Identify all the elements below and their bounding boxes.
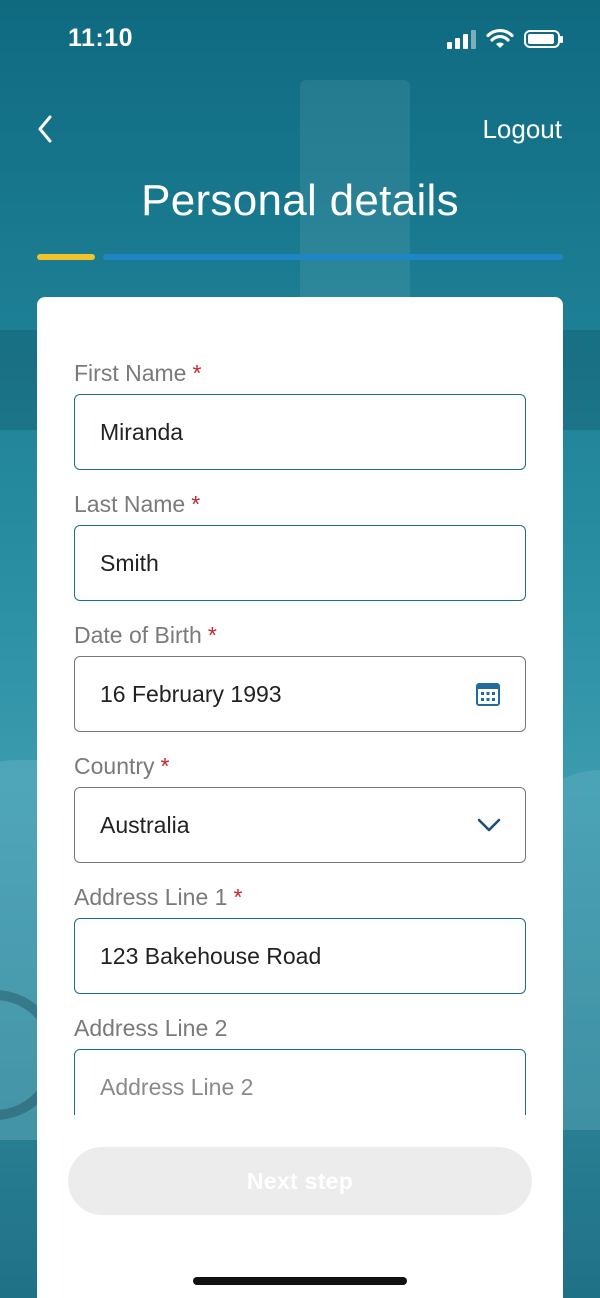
next-step-button[interactable]: Next step [68,1147,532,1215]
progress-remaining-segment [103,254,563,260]
date-of-birth-label: Date of Birth * [74,622,217,648]
address-line-1-value: 123 Bakehouse Road [100,942,322,969]
form-scroll-area[interactable]: First Name * Miranda Last Name * Smith Dat… [37,297,563,1115]
address-line-1-label: Address Line 1 * [74,884,243,910]
last-name-field[interactable]: Smith [74,525,526,601]
date-of-birth-value: 16 February 1993 [100,680,282,707]
last-name-label: Last Name * [74,491,201,517]
country-value: Australia [100,811,190,838]
progress-completed-segment [37,254,95,260]
status-bar: 11:10 [0,0,600,80]
first-name-field[interactable]: Miranda [74,394,526,470]
address-line-2-placeholder: Address Line 2 [100,1073,254,1100]
app-screen: 11:10 Logout Personal details First Name… [0,0,600,1298]
signal-icon [447,29,476,49]
calendar-icon[interactable] [475,681,501,707]
address-line-1-field[interactable]: 123 Bakehouse Road [74,918,526,994]
first-name-value: Miranda [100,418,184,445]
address-line-2-field[interactable]: Address Line 2 [74,1049,526,1115]
country-label: Country * [74,753,170,779]
status-time: 11:10 [68,24,134,52]
country-select[interactable]: Australia [74,787,526,863]
chevron-down-icon[interactable] [477,818,501,832]
logout-button[interactable]: Logout [482,114,562,145]
battery-icon [524,30,563,48]
address-line-2-label: Address Line 2 [74,1015,228,1041]
first-name-label: First Name * [74,360,202,386]
back-chevron-icon [38,115,52,143]
wifi-icon [486,28,514,48]
date-of-birth-field[interactable]: 16 February 1993 [74,656,526,732]
last-name-value: Smith [100,549,159,576]
page-title: Personal details [141,176,459,225]
back-button[interactable] [34,112,58,146]
status-icons [447,28,563,50]
home-indicator[interactable] [193,1277,407,1285]
step-progress-bar [37,254,563,260]
